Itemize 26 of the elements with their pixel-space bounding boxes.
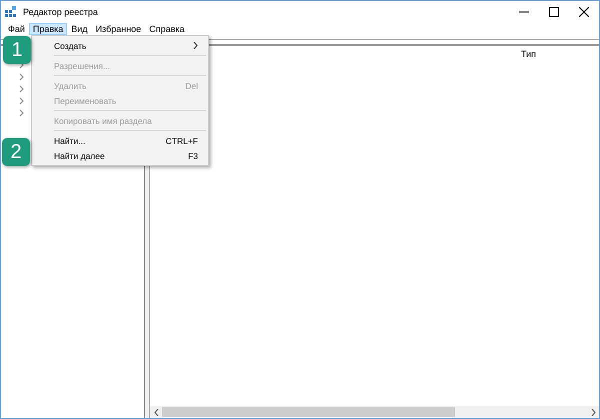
step-badge: 1 <box>3 36 31 64</box>
scrollbar-thumb[interactable] <box>162 407 456 417</box>
shortcut-label: CTRL+F <box>166 136 198 146</box>
scroll-left-icon[interactable] <box>154 408 158 416</box>
maximize-icon <box>549 6 559 16</box>
menu-item[interactable]: Вид <box>67 22 92 34</box>
shortcut-label: Del <box>185 80 198 90</box>
app-icon <box>5 6 17 18</box>
menu-option[interactable]: Найти... CTRL+F <box>32 133 208 148</box>
column-header[interactable]: Тип <box>521 49 536 59</box>
menu-option[interactable]: Создать <box>32 38 208 53</box>
expand-icon[interactable] <box>18 109 25 117</box>
shortcut-label: F3 <box>188 150 198 160</box>
window-title: Редактор реестра <box>23 6 98 16</box>
horizontal-scrollbar[interactable] <box>150 406 599 418</box>
menu-item[interactable]: Справка <box>145 22 189 34</box>
menu-item[interactable]: Правка <box>28 22 68 34</box>
scroll-right-icon[interactable] <box>590 408 596 416</box>
menu-item[interactable]: Фай <box>4 22 29 34</box>
menu-option[interactable]: Найти далее F3 <box>32 148 208 163</box>
expand-icon[interactable] <box>18 73 25 81</box>
step-badge: 2 <box>2 138 30 166</box>
expand-icon[interactable] <box>18 85 25 93</box>
menu-item[interactable]: Избранное <box>92 22 146 34</box>
expand-icon[interactable] <box>18 97 25 105</box>
close-icon <box>579 6 589 16</box>
